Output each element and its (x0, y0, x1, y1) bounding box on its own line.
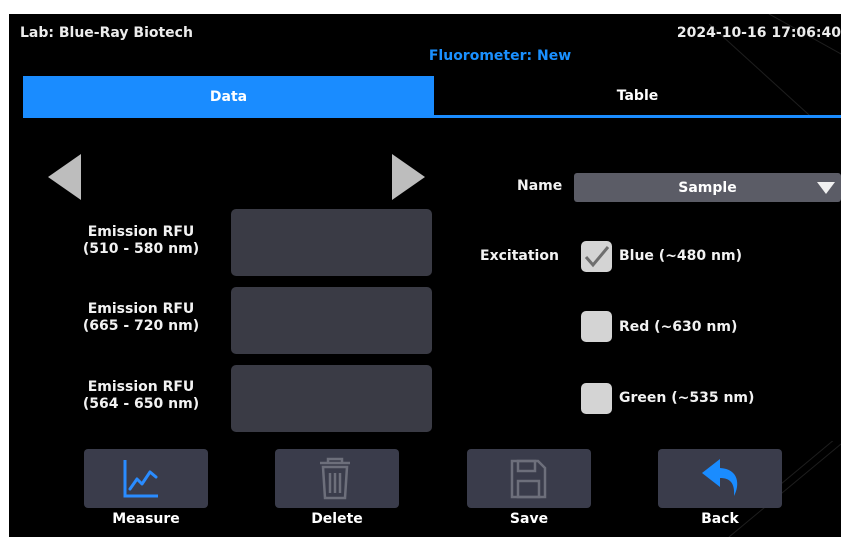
emission-label-2-title: Emission RFU (87, 301, 195, 317)
name-label: Name (517, 178, 563, 194)
lab-name: Lab: Blue-Ray Biotech (20, 25, 193, 41)
previous-arrow-icon[interactable] (48, 154, 81, 200)
dropdown-caret-icon (817, 182, 835, 194)
trash-icon (320, 457, 350, 500)
emission-label-2-range: (665 - 720 nm) (82, 318, 200, 334)
measure-label: Measure (112, 511, 180, 527)
excitation-label: Excitation (480, 248, 559, 264)
measure-button[interactable] (84, 449, 208, 508)
page-title: Fluorometer: New (428, 48, 572, 64)
back-label: Back (701, 511, 739, 527)
next-arrow-icon[interactable] (392, 154, 425, 200)
emission-label-3-title: Emission RFU (87, 379, 195, 395)
checkbox-green-label: Green (~535 nm) (619, 390, 755, 406)
floppy-disk-icon (510, 459, 547, 499)
emission-label-1: Emission RFU (510 - 580 nm) (43, 224, 239, 258)
tab-table-label: Table (616, 87, 659, 104)
back-button[interactable] (658, 449, 782, 508)
emission-label-1-title: Emission RFU (87, 224, 195, 240)
tab-data-label: Data (209, 89, 248, 105)
save-button[interactable] (467, 449, 591, 508)
emission-value-field-2[interactable] (231, 287, 432, 354)
emission-value-field-1[interactable] (231, 209, 432, 276)
emission-label-3-range: (564 - 650 nm) (82, 396, 200, 412)
emission-label-1-range: (510 - 580 nm) (82, 241, 200, 257)
app-screen: Lab: Blue-Ray Biotech 2024-10-16 17:06:4… (9, 14, 841, 537)
emission-label-3: Emission RFU (564 - 650 nm) (43, 379, 239, 413)
tab-data[interactable]: Data (23, 76, 434, 118)
datetime-display: 2024-10-16 17:06:40 (676, 25, 841, 41)
emission-label-2: Emission RFU (665 - 720 nm) (43, 301, 239, 335)
name-dropdown-value: Sample (678, 179, 737, 196)
emission-value-field-3[interactable] (231, 365, 432, 432)
checkbox-blue-label: Blue (~480 nm) (619, 248, 742, 264)
save-label: Save (509, 511, 549, 527)
name-dropdown[interactable]: Sample (574, 173, 841, 202)
checkmark-icon (584, 246, 610, 268)
checkbox-green[interactable] (581, 383, 612, 414)
delete-button[interactable] (275, 449, 399, 508)
delete-label: Delete (311, 511, 363, 527)
tab-table[interactable]: Table (434, 76, 841, 118)
line-chart-icon (123, 460, 158, 498)
checkbox-blue[interactable] (581, 241, 612, 272)
checkbox-red-label: Red (~630 nm) (619, 319, 738, 335)
data-panel: Emission RFU (510 - 580 nm) Emission RFU… (23, 118, 841, 441)
back-arrow-icon (702, 459, 738, 496)
checkbox-red[interactable] (581, 311, 612, 342)
